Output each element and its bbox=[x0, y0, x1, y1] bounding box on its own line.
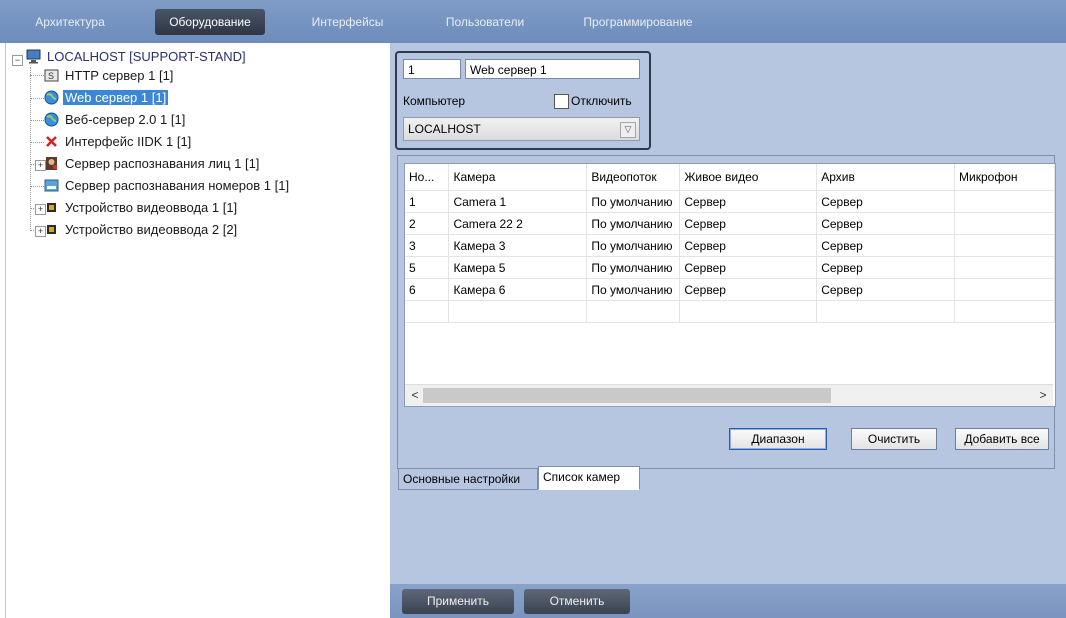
disabled-x-icon bbox=[44, 134, 59, 149]
computer-select-value: LOCALHOST bbox=[408, 122, 481, 136]
table-row[interactable]: 6 Камера 6 По умолчанию Сервер Сервер bbox=[405, 278, 1055, 301]
scroll-left-icon[interactable]: < bbox=[407, 387, 423, 404]
chip-icon bbox=[44, 222, 59, 237]
column-archive[interactable]: Архив bbox=[816, 164, 956, 191]
tab-programming[interactable]: Программирование bbox=[568, 9, 708, 35]
range-button[interactable]: Диапазон bbox=[729, 428, 827, 450]
clear-button[interactable]: Очистить bbox=[851, 428, 937, 450]
disable-label: Отключить bbox=[571, 94, 632, 108]
column-live-video[interactable]: Живое видео bbox=[679, 164, 818, 191]
tab-users[interactable]: Пользователи bbox=[430, 9, 540, 35]
face-icon bbox=[44, 156, 59, 171]
tab-interfaces[interactable]: Интерфейсы bbox=[300, 9, 395, 35]
http-server-icon: S bbox=[44, 68, 59, 83]
settings-panel: 1 Web сервер 1 Компьютер Отключить LOCAL… bbox=[390, 43, 1066, 618]
column-stream[interactable]: Видеопоток bbox=[586, 164, 681, 191]
top-tab-bar: Архитектура Оборудование Интерфейсы Поль… bbox=[0, 0, 1066, 43]
computer-select[interactable]: LOCALHOST ▽ bbox=[403, 117, 640, 141]
globe-icon bbox=[44, 112, 59, 127]
object-header-box: 1 Web сервер 1 Компьютер Отключить LOCAL… bbox=[395, 51, 651, 150]
camera-list-tab-panel: Но... Камера Видеопоток Живое видео Архи… bbox=[397, 155, 1056, 469]
table-header-row: Но... Камера Видеопоток Живое видео Архи… bbox=[405, 164, 1055, 191]
tab-equipment[interactable]: Оборудование bbox=[155, 9, 265, 35]
computer-icon bbox=[26, 49, 41, 64]
table-row-empty[interactable] bbox=[405, 300, 1055, 323]
tree-node-plate-recognition[interactable]: Сервер распознавания номеров 1 [1] bbox=[44, 177, 291, 195]
camera-table: Но... Камера Видеопоток Живое видео Архи… bbox=[404, 163, 1056, 407]
apply-button[interactable]: Применить bbox=[402, 589, 514, 614]
tab-camera-list[interactable]: Список камер bbox=[538, 466, 640, 490]
table-row[interactable]: 2 Camera 22 2 По умолчанию Сервер Сервер bbox=[405, 212, 1055, 235]
add-all-button[interactable]: Добавить все bbox=[955, 428, 1049, 450]
disable-checkbox[interactable] bbox=[554, 94, 569, 109]
computer-label: Компьютер bbox=[403, 94, 466, 108]
tab-architecture[interactable]: Архитектура bbox=[15, 9, 125, 35]
hardware-tree: − LOCALHOST [SUPPORT-STAND] S HTTP сервер… bbox=[5, 43, 391, 618]
tree-node-face-recognition[interactable]: Сервер распознавания лиц 1 [1] bbox=[44, 155, 261, 173]
column-number[interactable]: Но... bbox=[405, 164, 450, 191]
scroll-right-icon[interactable]: > bbox=[1035, 387, 1051, 404]
tree-node-iidk[interactable]: Интерфейс IIDK 1 [1] bbox=[44, 133, 193, 151]
column-camera[interactable]: Камера bbox=[448, 164, 588, 191]
tree-node-video-device-2[interactable]: Устройство видеоввода 2 [2] bbox=[44, 221, 239, 239]
chevron-down-icon: ▽ bbox=[620, 122, 636, 138]
tree-node-web-server[interactable]: Web сервер 1 [1] bbox=[44, 89, 169, 107]
plate-icon bbox=[44, 178, 59, 193]
bottom-action-bar: Применить Отменить bbox=[390, 584, 1066, 618]
tree-node-web-server-2[interactable]: Веб-сервер 2.0 1 [1] bbox=[44, 111, 187, 129]
table-row[interactable]: 1 Camera 1 По умолчанию Сервер Сервер bbox=[405, 190, 1055, 213]
tree-node-video-device-1[interactable]: Устройство видеоввода 1 [1] bbox=[44, 199, 239, 217]
table-row[interactable]: 5 Камера 5 По умолчанию Сервер Сервер bbox=[405, 256, 1055, 279]
tab-main-settings[interactable]: Основные настройки bbox=[398, 468, 538, 490]
tree-node-http-server[interactable]: S HTTP сервер 1 [1] bbox=[44, 67, 175, 85]
scroll-thumb[interactable] bbox=[423, 388, 831, 403]
cancel-button[interactable]: Отменить bbox=[524, 589, 630, 614]
svg-text:S: S bbox=[48, 71, 54, 81]
object-id-field[interactable]: 1 bbox=[403, 59, 461, 79]
globe-icon bbox=[44, 90, 59, 105]
object-name-field[interactable]: Web сервер 1 bbox=[465, 59, 640, 79]
chip-icon bbox=[44, 200, 59, 215]
tree-node-localhost[interactable]: LOCALHOST [SUPPORT-STAND] bbox=[26, 48, 248, 66]
table-row[interactable]: 3 Камера 3 По умолчанию Сервер Сервер bbox=[405, 234, 1055, 257]
horizontal-scrollbar[interactable]: < > bbox=[405, 384, 1053, 406]
collapse-root-toggle[interactable]: − bbox=[12, 55, 23, 66]
column-microphone[interactable]: Микрофон bbox=[954, 164, 1055, 191]
